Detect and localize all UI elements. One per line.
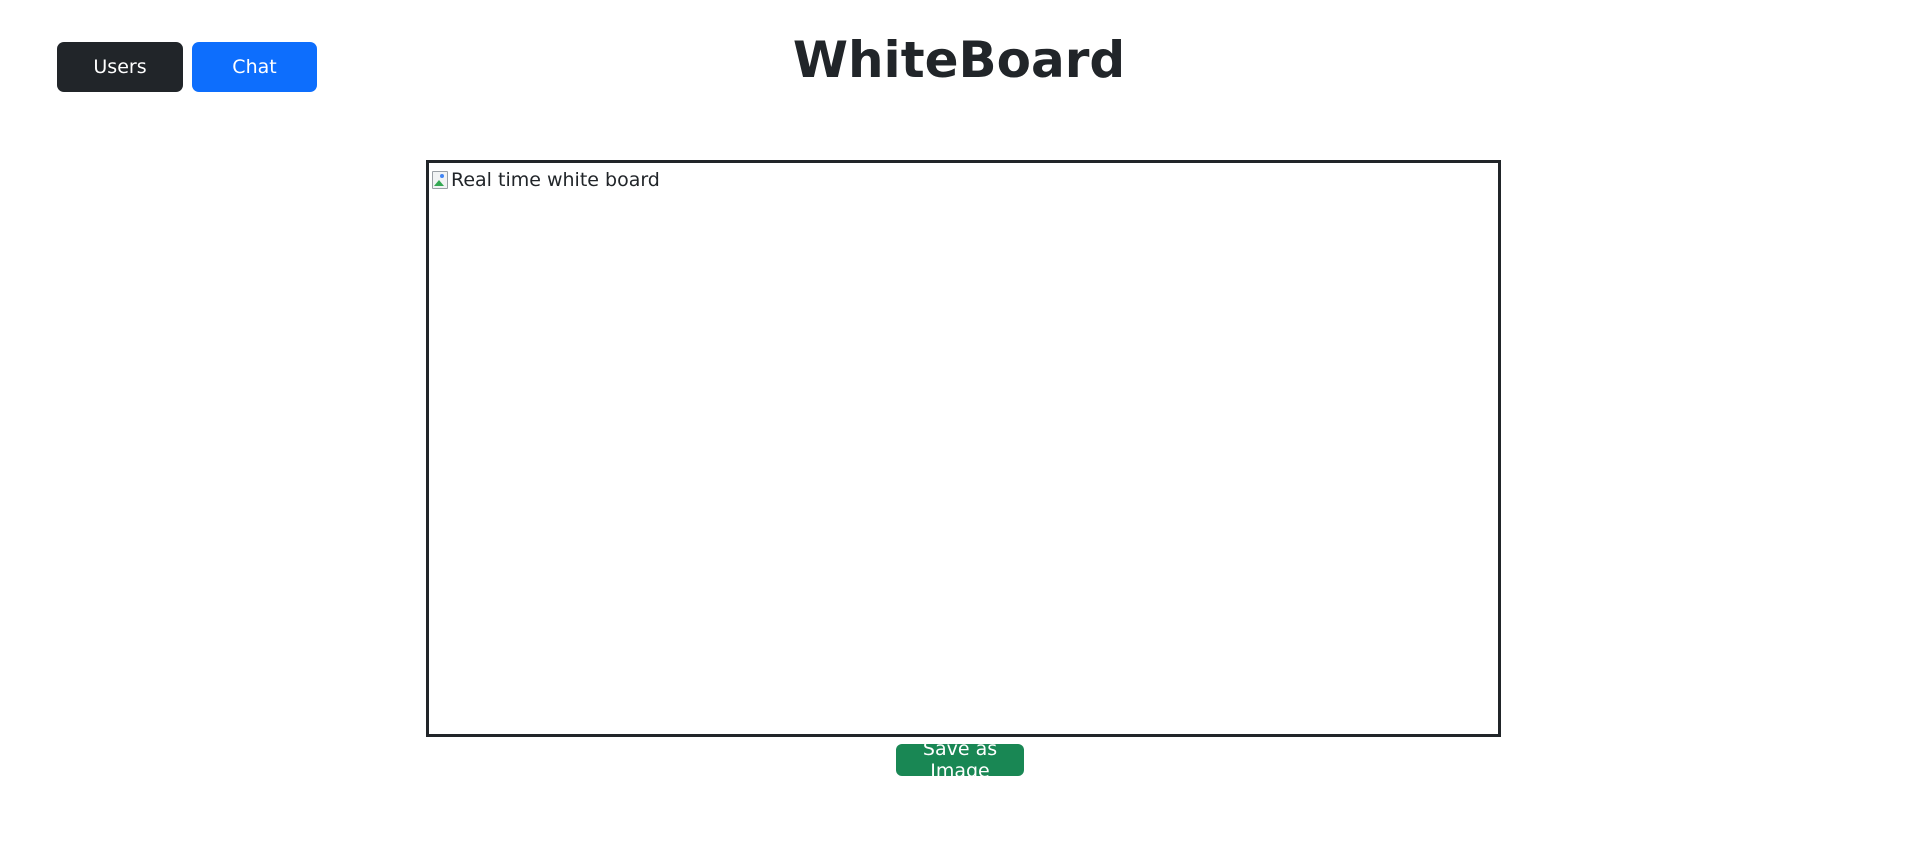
save-as-image-label: Save as Image [922, 738, 998, 782]
save-as-image-button[interactable]: Save as Image [896, 738, 1024, 782]
broken-image-icon [431, 170, 449, 190]
whiteboard-image-alt-text: Real time white board [451, 169, 660, 191]
whiteboard-page: Users Chat WhiteBoard Real time white bo… [0, 0, 1918, 868]
whiteboard-canvas[interactable]: Real time white board [426, 160, 1501, 737]
whiteboard-image-placeholder: Real time white board [431, 169, 660, 191]
page-title: WhiteBoard [792, 31, 1126, 89]
